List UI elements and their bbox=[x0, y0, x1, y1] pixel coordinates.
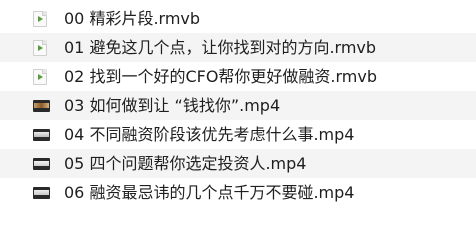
file-list: 00 精彩片段.rmvb 01 避免这几个点，让你找到对的方向.rmvb 02 … bbox=[0, 4, 476, 207]
video-thumbnail-icon bbox=[33, 129, 50, 141]
file-name: 04 不同融资阶段该优先考虑什么事.mp4 bbox=[64, 125, 355, 144]
video-thumbnail-icon bbox=[33, 100, 50, 112]
rmvb-file-icon bbox=[33, 40, 47, 56]
file-row-06[interactable]: 06 融资最忌讳的几个点千万不要碰.mp4 bbox=[0, 178, 476, 207]
file-row-04[interactable]: 04 不同融资阶段该优先考虑什么事.mp4 bbox=[0, 120, 476, 149]
rmvb-file-icon bbox=[33, 11, 47, 27]
file-name: 05 四个问题帮你选定投资人.mp4 bbox=[64, 154, 307, 173]
file-name: 03 如何做到让 “钱找你”.mp4 bbox=[64, 96, 281, 115]
file-row-05[interactable]: 05 四个问题帮你选定投资人.mp4 bbox=[0, 149, 476, 178]
rmvb-file-icon bbox=[33, 69, 47, 85]
file-name: 00 精彩片段.rmvb bbox=[64, 9, 201, 28]
file-row-02[interactable]: 02 找到一个好的CFO帮你更好做融资.rmvb bbox=[0, 62, 476, 91]
file-row-03[interactable]: 03 如何做到让 “钱找你”.mp4 bbox=[0, 91, 476, 120]
file-name: 02 找到一个好的CFO帮你更好做融资.rmvb bbox=[64, 67, 378, 86]
file-row-01[interactable]: 01 避免这几个点，让你找到对的方向.rmvb bbox=[0, 33, 476, 62]
file-name: 06 融资最忌讳的几个点千万不要碰.mp4 bbox=[64, 183, 355, 202]
file-row-00[interactable]: 00 精彩片段.rmvb bbox=[0, 4, 476, 33]
video-thumbnail-icon bbox=[33, 187, 50, 199]
video-thumbnail-icon bbox=[33, 158, 50, 170]
file-name: 01 避免这几个点，让你找到对的方向.rmvb bbox=[64, 38, 377, 57]
